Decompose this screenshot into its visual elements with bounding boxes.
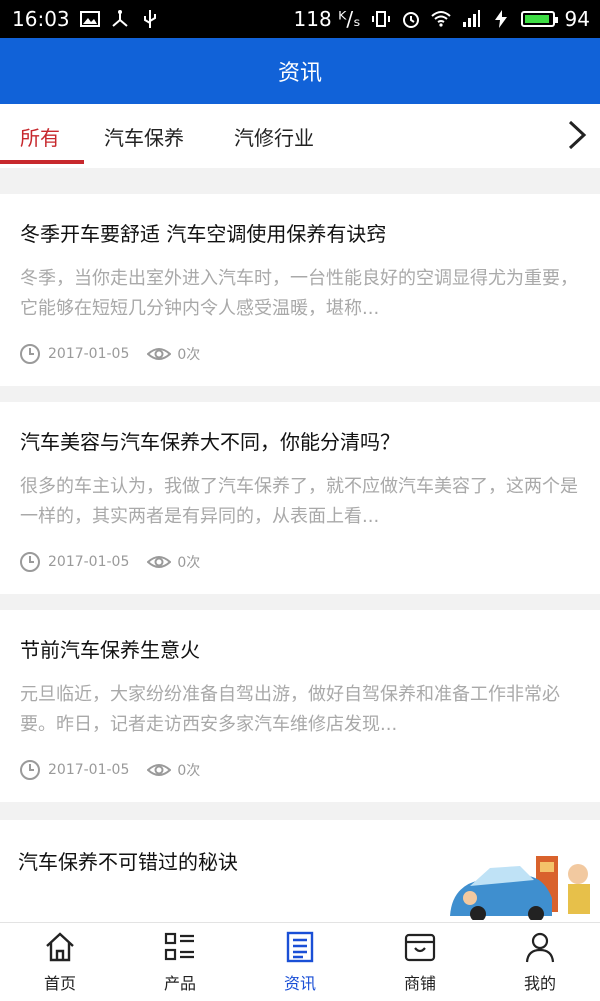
product-list-icon <box>164 932 194 961</box>
alarm-icon <box>402 12 419 28</box>
clock-icon <box>20 552 40 572</box>
article-views: 0次 <box>177 555 201 571</box>
bottom-navigation: 首页 产品 资讯 商铺 我的 <box>0 922 600 1001</box>
nav-label: 资讯 <box>283 974 316 993</box>
article-summary: 很多的车主认为，我做了汽车保养了，就不应做汽车美容了，这两个是一样的，其实两者是… <box>20 476 578 527</box>
article-date: 2017-01-05 <box>48 762 130 778</box>
article-summary: 元旦临近，大家纷纷准备自驾出游，做好自驾保养和准备工作非常必要。昨日，记者走访西… <box>20 684 560 735</box>
signal-icon <box>462 10 480 27</box>
clock-icon <box>20 344 40 364</box>
nav-news[interactable]: 资讯 <box>240 923 360 1001</box>
network-speed: 118 ᴷ/ₛ <box>293 7 361 31</box>
tab-label: 所有 <box>20 125 60 150</box>
nav-home[interactable]: 首页 <box>0 923 120 1001</box>
nav-shop[interactable]: 商铺 <box>360 923 480 1001</box>
usb-icon <box>143 10 156 28</box>
article-card[interactable]: 节前汽车保养生意火 元旦临近，大家纷纷准备自驾出游，做好自驾保养和准备工作非常必… <box>0 610 600 802</box>
charging-icon <box>494 10 507 28</box>
header-bar: 资讯 <box>0 38 600 104</box>
tab-all[interactable]: 所有 <box>20 104 60 168</box>
article-date: 2017-01-05 <box>48 554 130 570</box>
news-icon <box>286 931 314 963</box>
nav-label: 产品 <box>163 974 196 993</box>
article-meta: 2017-01-05 0次 <box>18 342 200 366</box>
article-summary: 冬季，当你走出室外进入汽车时，一台性能良好的空调显得尤为重要，它能够在短短几分钟… <box>20 268 578 319</box>
article-meta: 2017-01-05 0次 <box>18 758 200 782</box>
clock-icon <box>20 760 40 780</box>
article-meta: 2017-01-05 0次 <box>18 550 200 574</box>
nav-label: 首页 <box>43 974 76 993</box>
battery-level <box>524 15 549 23</box>
share-icon <box>111 10 128 27</box>
status-time: 16:03 <box>12 7 70 31</box>
nav-products[interactable]: 产品 <box>120 923 240 1001</box>
article-title: 冬季开车要舒适 汽车空调使用保养有诀窍 <box>20 222 387 246</box>
user-icon <box>525 932 555 963</box>
nav-label: 商铺 <box>403 974 436 993</box>
vibrate-icon <box>371 11 390 27</box>
category-tabs: 所有 汽车保养 汽修行业 <box>0 104 600 168</box>
page-title: 资讯 <box>277 61 322 86</box>
image-icon <box>79 11 100 27</box>
wifi-icon <box>430 11 451 27</box>
status-bar: 16:03 118 ᴷ/ₛ 94 <box>0 0 600 38</box>
eye-icon <box>147 556 172 568</box>
article-title: 汽车保养不可错过的秘诀 <box>18 850 238 874</box>
tab-car-maintenance[interactable]: 汽车保养 <box>104 104 184 168</box>
article-card[interactable]: 汽车美容与汽车保养大不同，你能分清吗？ 很多的车主认为，我做了汽车保养了，就不应… <box>0 402 600 594</box>
eye-icon <box>147 348 172 360</box>
tab-label: 汽修行业 <box>234 125 314 150</box>
article-title: 汽车美容与汽车保养大不同，你能分清吗？ <box>20 430 400 454</box>
article-thumbnail <box>450 856 590 920</box>
eye-icon <box>147 764 172 776</box>
nav-profile[interactable]: 我的 <box>480 923 600 1001</box>
home-icon <box>46 932 74 962</box>
battery-tip <box>554 17 558 23</box>
article-views: 0次 <box>177 763 201 779</box>
battery-icon <box>520 11 558 27</box>
nav-label: 我的 <box>523 974 556 993</box>
article-title: 节前汽车保养生意火 <box>20 638 200 662</box>
active-tab-indicator <box>0 160 84 164</box>
shop-icon <box>404 933 436 962</box>
tab-auto-repair-industry[interactable]: 汽修行业 <box>234 104 314 168</box>
article-card[interactable]: 冬季开车要舒适 汽车空调使用保养有诀窍 冬季，当你走出室外进入汽车时，一台性能良… <box>0 194 600 386</box>
battery-percent: 94 <box>564 7 590 31</box>
chevron-right-icon[interactable] <box>564 118 590 152</box>
article-views: 0次 <box>177 347 201 363</box>
tab-label: 汽车保养 <box>104 125 184 150</box>
article-date: 2017-01-05 <box>48 346 130 362</box>
